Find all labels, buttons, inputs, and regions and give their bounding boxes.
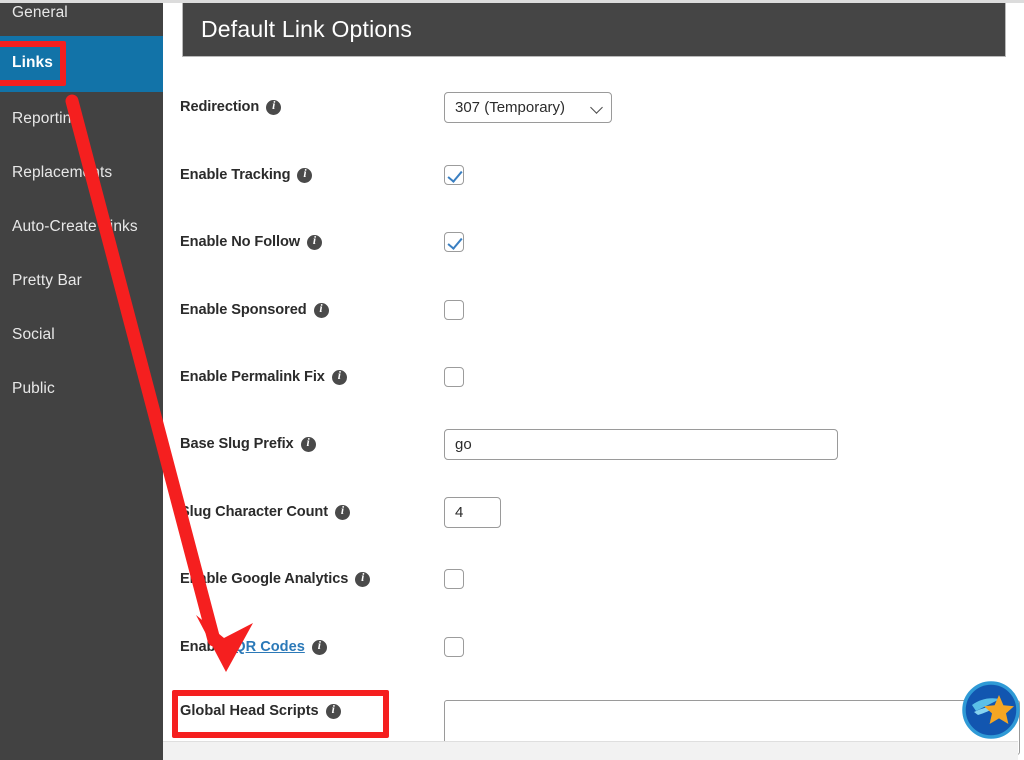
enable-google-analytics-checkbox[interactable] bbox=[444, 569, 464, 589]
field-enable-permalink-fix bbox=[444, 362, 464, 392]
sidebar-item-pretty-bar[interactable]: Pretty Bar bbox=[0, 254, 163, 308]
label-text: Base Slug Prefix bbox=[180, 436, 294, 452]
label-enable-permalink-fix: Enable Permalink Fix i bbox=[180, 362, 347, 392]
label-enable-qr-codes: Enable QR Codes i bbox=[180, 632, 327, 662]
pretty-links-logo-badge[interactable] bbox=[962, 681, 1020, 739]
label-enable-tracking: Enable Tracking i bbox=[180, 160, 313, 190]
info-icon[interactable]: i bbox=[297, 167, 313, 183]
label-text: Enable Tracking bbox=[180, 167, 291, 183]
row-slug-character-count: Slug Character Count i bbox=[163, 496, 1018, 528]
field-base-slug-prefix bbox=[444, 428, 838, 460]
page-title: Default Link Options bbox=[201, 16, 413, 42]
sidebar-item-social[interactable]: Social bbox=[0, 308, 163, 362]
sidebar-item-general[interactable]: General bbox=[0, 3, 163, 36]
enable-permalink-fix-checkbox[interactable] bbox=[444, 367, 464, 387]
label-text: Redirection bbox=[180, 99, 260, 115]
qr-codes-link[interactable]: QR Codes bbox=[234, 639, 305, 655]
redirection-select[interactable]: 307 (Temporary) bbox=[444, 91, 612, 123]
settings-screen: General Links Reporting Replacements Aut… bbox=[0, 0, 1024, 760]
label-enable-google-analytics: Enable Google Analytics i bbox=[180, 564, 371, 594]
info-icon[interactable]: i bbox=[355, 571, 371, 587]
label-redirection: Redirection i bbox=[180, 92, 282, 122]
enable-qr-codes-checkbox[interactable] bbox=[444, 637, 464, 657]
logo-badge-icon bbox=[962, 681, 1020, 739]
field-slug-character-count bbox=[444, 496, 501, 528]
info-icon[interactable]: i bbox=[307, 234, 323, 250]
label-text: Slug Character Count bbox=[180, 504, 329, 520]
slug-character-count-input[interactable] bbox=[444, 496, 501, 528]
enable-no-follow-checkbox[interactable] bbox=[444, 232, 464, 252]
field-enable-google-analytics bbox=[444, 564, 464, 594]
sidebar-item-auto-create-links[interactable]: Auto-Create Links bbox=[0, 200, 163, 254]
info-icon[interactable]: i bbox=[266, 99, 282, 115]
field-enable-no-follow bbox=[444, 227, 464, 257]
field-enable-qr-codes bbox=[444, 632, 464, 662]
sidebar-item-label: Auto-Create Links bbox=[12, 218, 138, 235]
info-icon[interactable]: i bbox=[300, 436, 316, 452]
sidebar-item-label: Social bbox=[12, 326, 55, 343]
field-redirection: 307 (Temporary) bbox=[444, 91, 612, 123]
field-enable-tracking bbox=[444, 160, 464, 190]
info-icon[interactable]: i bbox=[331, 369, 347, 385]
sidebar-item-label: Pretty Bar bbox=[12, 272, 82, 289]
label-text: Enable Sponsored bbox=[180, 302, 307, 318]
sidebar-item-label: Reporting bbox=[12, 110, 81, 127]
field-enable-sponsored bbox=[444, 295, 464, 325]
info-icon[interactable]: i bbox=[335, 504, 351, 520]
sidebar-item-public[interactable]: Public bbox=[0, 362, 163, 416]
label-text: Enable Google Analytics bbox=[180, 571, 349, 587]
row-enable-qr-codes: Enable QR Codes i bbox=[163, 632, 1018, 662]
footer-strip bbox=[163, 741, 1018, 760]
row-enable-no-follow: Enable No Follow i bbox=[163, 227, 1018, 257]
label-text-prefix: Enable bbox=[180, 639, 228, 655]
sidebar-item-replacements[interactable]: Replacements bbox=[0, 146, 163, 200]
sidebar-item-label: Links bbox=[12, 54, 53, 71]
base-slug-prefix-input[interactable] bbox=[444, 428, 838, 460]
label-slug-character-count: Slug Character Count i bbox=[180, 497, 351, 527]
row-enable-permalink-fix: Enable Permalink Fix i bbox=[163, 362, 1018, 392]
info-icon[interactable]: i bbox=[313, 302, 329, 318]
label-text: Enable Permalink Fix bbox=[180, 369, 325, 385]
label-text: Enable No Follow bbox=[180, 234, 301, 250]
sidebar-item-label: Replacements bbox=[12, 164, 113, 181]
label-base-slug-prefix: Base Slug Prefix i bbox=[180, 429, 316, 459]
enable-tracking-checkbox[interactable] bbox=[444, 165, 464, 185]
enable-sponsored-checkbox[interactable] bbox=[444, 300, 464, 320]
settings-content: Default Link Options Redirection i 307 (… bbox=[163, 3, 1020, 760]
panel-header: Default Link Options bbox=[182, 3, 1006, 57]
label-enable-no-follow: Enable No Follow i bbox=[180, 227, 323, 257]
info-icon[interactable]: i bbox=[311, 639, 327, 655]
settings-sidebar: General Links Reporting Replacements Aut… bbox=[0, 3, 163, 760]
row-base-slug-prefix: Base Slug Prefix i bbox=[163, 428, 1018, 460]
sidebar-item-label: General bbox=[12, 4, 68, 21]
label-enable-sponsored: Enable Sponsored i bbox=[180, 295, 329, 325]
row-enable-tracking: Enable Tracking i bbox=[163, 160, 1018, 190]
row-enable-sponsored: Enable Sponsored i bbox=[163, 295, 1018, 325]
row-redirection: Redirection i 307 (Temporary) bbox=[163, 91, 1018, 123]
sidebar-item-reporting[interactable]: Reporting bbox=[0, 92, 163, 146]
sidebar-item-links[interactable]: Links bbox=[0, 36, 163, 92]
row-enable-google-analytics: Enable Google Analytics i bbox=[163, 564, 1018, 594]
sidebar-item-label: Public bbox=[12, 380, 55, 397]
